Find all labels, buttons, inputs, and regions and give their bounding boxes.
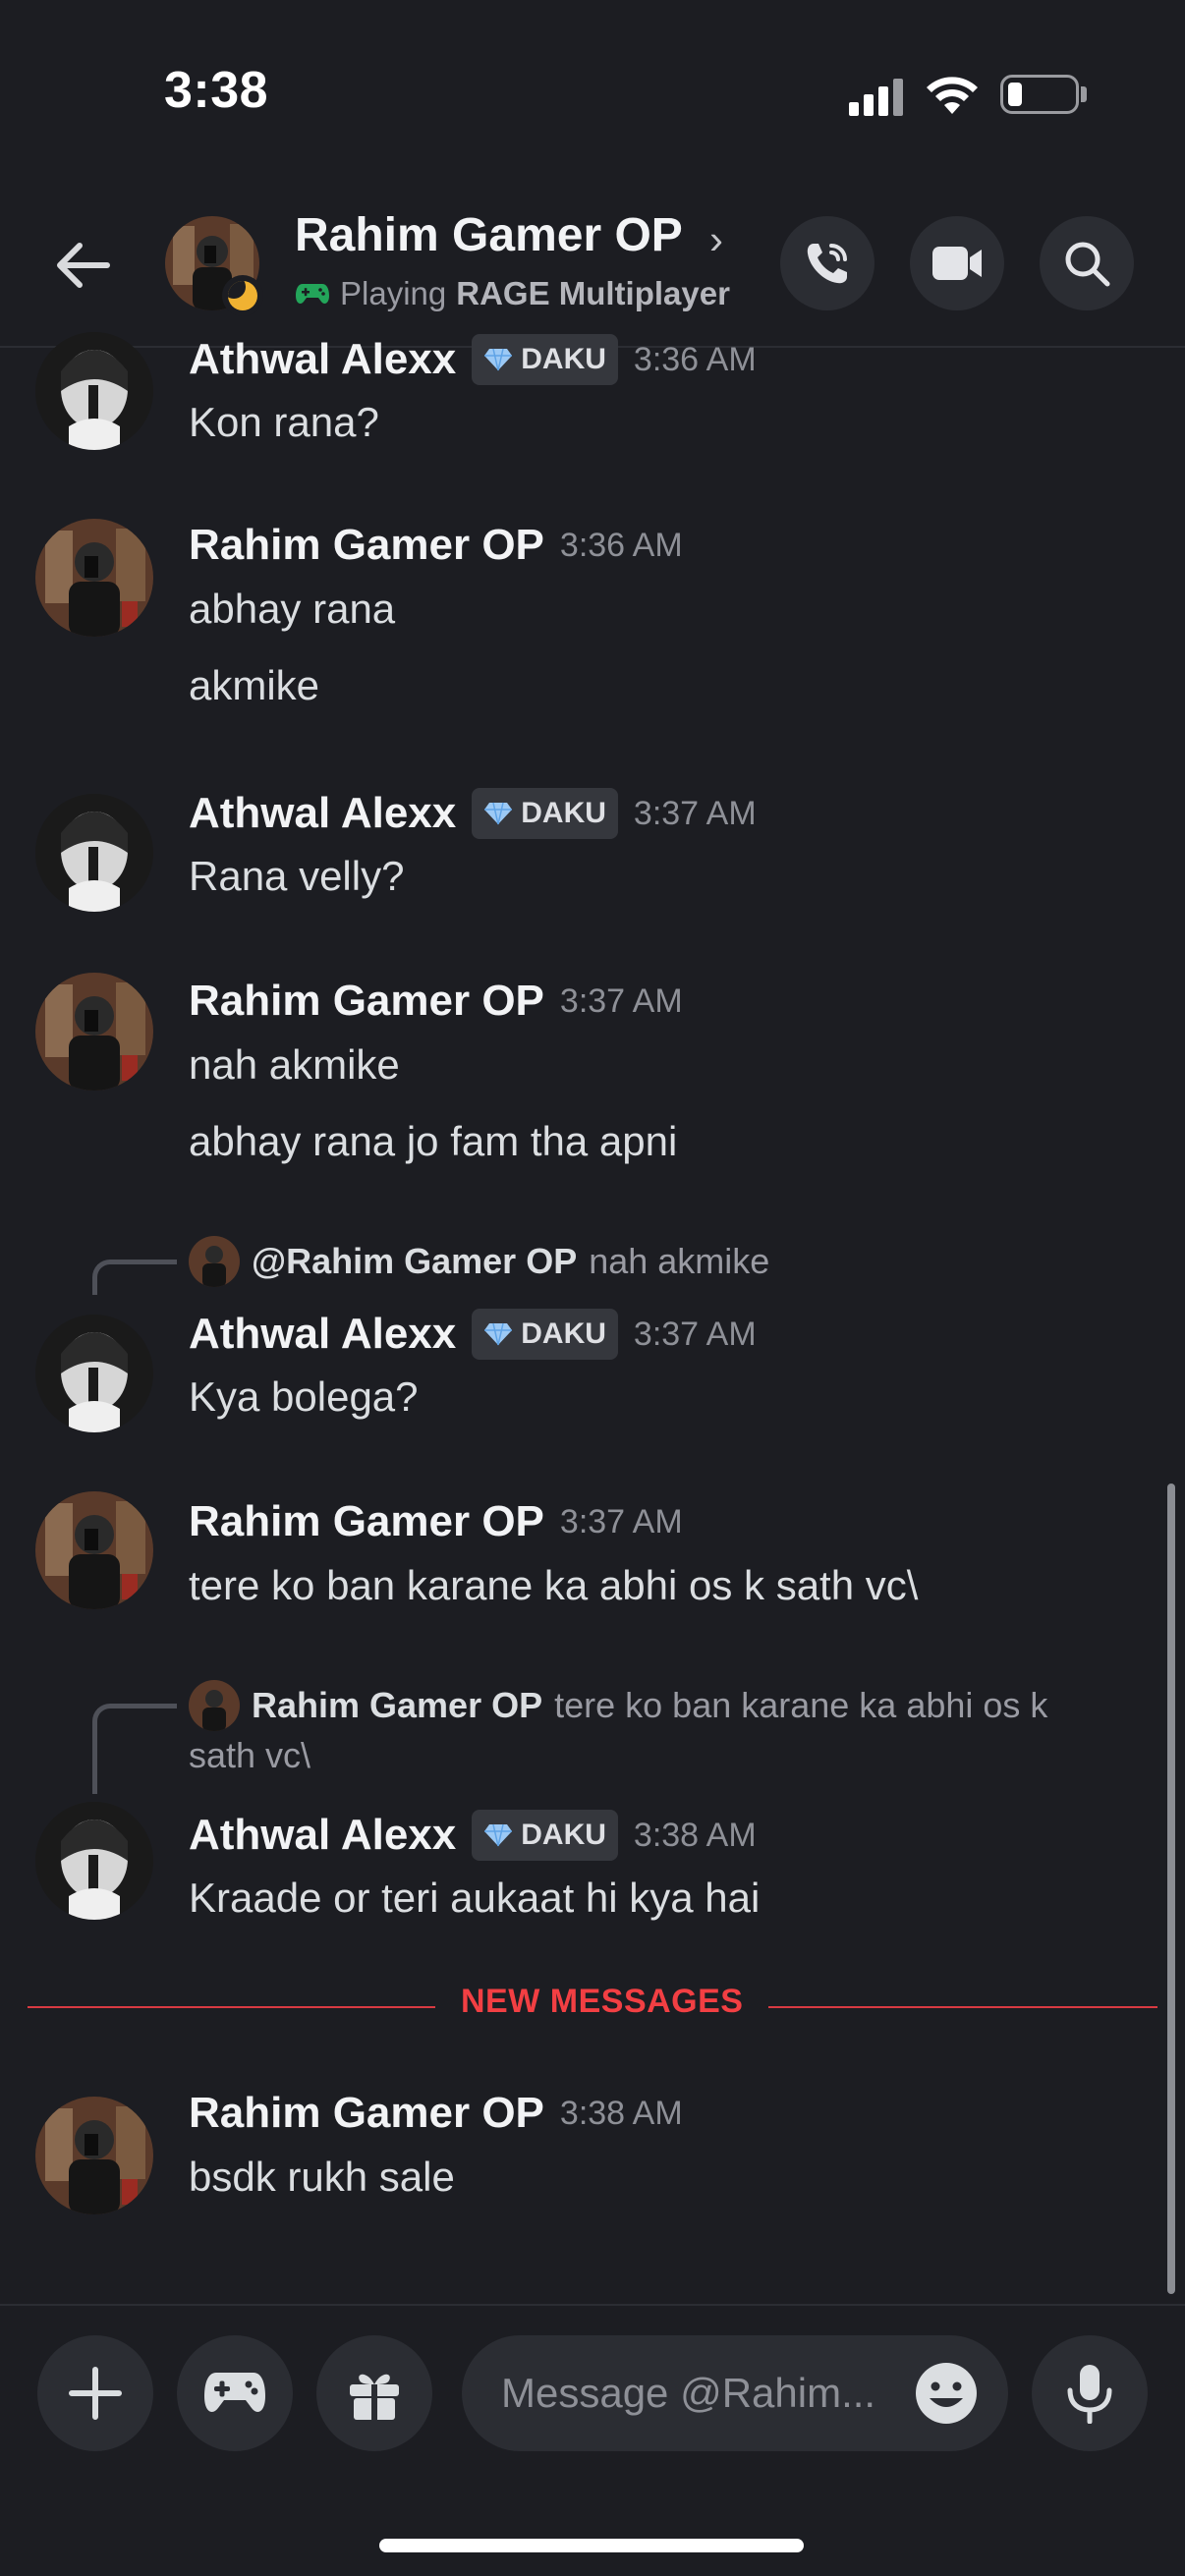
gift-icon xyxy=(350,2374,399,2420)
author-name[interactable]: Rahim Gamer OP xyxy=(189,977,544,1026)
back-button[interactable] xyxy=(43,226,122,305)
author-name[interactable]: Rahim Gamer OP xyxy=(189,1497,544,1546)
message-text: nah akmike xyxy=(189,1041,400,1088)
reply-spine xyxy=(92,1260,177,1295)
microphone-icon xyxy=(1067,2365,1112,2424)
add-attachment-button[interactable] xyxy=(37,2335,153,2451)
reply-avatar xyxy=(189,1680,240,1731)
video-icon xyxy=(932,247,982,280)
diamond-icon xyxy=(484,1823,513,1847)
status-bar: 3:38 xyxy=(0,0,1185,187)
reply-preview[interactable]: @Rahim Gamer OP nah akmike xyxy=(189,1236,769,1287)
author-name[interactable]: Athwal Alexx xyxy=(189,335,456,384)
reply-author: Rahim Gamer OP xyxy=(252,1685,543,1725)
message-composer[interactable] xyxy=(462,2335,1008,2451)
wifi-icon xyxy=(927,77,978,114)
home-indicator[interactable] xyxy=(379,2539,804,2552)
message-text: bsdk rukh sale xyxy=(189,2154,455,2200)
avatar[interactable] xyxy=(35,519,153,637)
diamond-icon xyxy=(484,1322,513,1346)
reply-spine xyxy=(92,1704,177,1794)
diamond-icon xyxy=(484,802,513,825)
reply-text: nah akmike xyxy=(589,1241,770,1281)
idle-status-icon xyxy=(222,275,263,316)
message-text: abhay rana jo fam tha apni xyxy=(189,1118,678,1164)
battery-icon xyxy=(1000,75,1079,114)
message-text: Kon rana? xyxy=(189,399,379,445)
timestamp: 3:36 AM xyxy=(633,340,757,378)
gift-button[interactable] xyxy=(316,2335,432,2451)
new-messages-label: NEW MESSAGES xyxy=(435,1983,769,2021)
reply-preview[interactable]: Rahim Gamer OP tere ko ban karane ka abh… xyxy=(189,1680,1047,1731)
dm-screen: 3:38 Rahim Gamer OP › Playing RAGE Multi… xyxy=(0,0,1185,2576)
message-text: tere ko ban karane ka abhi os k sath vc\ xyxy=(189,1562,919,1608)
avatar[interactable] xyxy=(35,332,153,450)
avatar[interactable] xyxy=(35,2097,153,2214)
server-tag[interactable]: DAKU xyxy=(472,334,618,385)
diamond-icon xyxy=(484,348,513,371)
search-button[interactable] xyxy=(1040,216,1134,310)
author-name[interactable]: Athwal Alexx xyxy=(189,789,456,838)
header-username[interactable]: Rahim Gamer OP xyxy=(295,208,683,262)
avatar[interactable] xyxy=(35,794,153,912)
timestamp: 3:38 AM xyxy=(559,2094,683,2132)
message-input[interactable] xyxy=(501,2335,914,2451)
chevron-right-icon[interactable]: › xyxy=(709,216,723,263)
reply-avatar xyxy=(189,1236,240,1287)
activity-status: Playing RAGE Multiplayer xyxy=(295,275,730,312)
server-tag[interactable]: DAKU xyxy=(472,1810,618,1861)
author-name[interactable]: Rahim Gamer OP xyxy=(189,521,544,570)
dm-header: Rahim Gamer OP › Playing RAGE Multiplaye… xyxy=(0,187,1185,348)
emoji-icon[interactable] xyxy=(914,2361,979,2426)
server-tag[interactable]: DAKU xyxy=(472,788,618,839)
message-text: akmike xyxy=(189,662,320,708)
message-text: abhay rana xyxy=(189,586,396,632)
scrollbar[interactable] xyxy=(1167,1484,1175,2294)
activity-game: RAGE Multiplayer xyxy=(456,275,730,311)
timestamp: 3:36 AM xyxy=(559,526,683,564)
call-icon xyxy=(807,244,847,284)
reply-text: tere ko ban karane ka abhi os k xyxy=(554,1685,1048,1725)
gamepad-icon xyxy=(204,2373,265,2412)
search-icon xyxy=(1065,242,1110,287)
timestamp: 3:37 AM xyxy=(559,981,683,1020)
voice-message-button[interactable] xyxy=(1032,2335,1148,2451)
avatar[interactable] xyxy=(35,1315,153,1432)
video-call-button[interactable] xyxy=(910,216,1004,310)
timestamp: 3:37 AM xyxy=(633,1315,757,1353)
activities-button[interactable] xyxy=(177,2335,293,2451)
activity-prefix: Playing xyxy=(340,275,447,311)
timestamp: 3:37 AM xyxy=(633,794,757,832)
message-text: Kraade or teri aukaat hi kya hai xyxy=(189,1875,761,1921)
author-name[interactable]: Rahim Gamer OP xyxy=(189,2089,544,2138)
avatar[interactable] xyxy=(35,1491,153,1609)
cellular-signal-icon xyxy=(849,79,904,116)
timestamp: 3:38 AM xyxy=(633,1816,757,1854)
arrow-left-icon xyxy=(57,243,110,288)
message-text: Kya bolega? xyxy=(189,1373,419,1420)
gamepad-icon xyxy=(296,284,329,304)
avatar[interactable] xyxy=(35,1802,153,1920)
timestamp: 3:37 AM xyxy=(559,1502,683,1540)
plus-icon xyxy=(69,2367,122,2420)
author-name[interactable]: Athwal Alexx xyxy=(189,1310,456,1359)
composer-bar xyxy=(0,2304,1185,2576)
reply-text-continued: sath vc\ xyxy=(189,1735,311,1775)
status-time: 3:38 xyxy=(164,62,269,119)
avatar[interactable] xyxy=(35,973,153,1091)
reply-author: @Rahim Gamer OP xyxy=(252,1241,578,1281)
author-name[interactable]: Athwal Alexx xyxy=(189,1811,456,1860)
voice-call-button[interactable] xyxy=(780,216,875,310)
server-tag[interactable]: DAKU xyxy=(472,1309,618,1360)
message-text: Rana velly? xyxy=(189,853,405,899)
